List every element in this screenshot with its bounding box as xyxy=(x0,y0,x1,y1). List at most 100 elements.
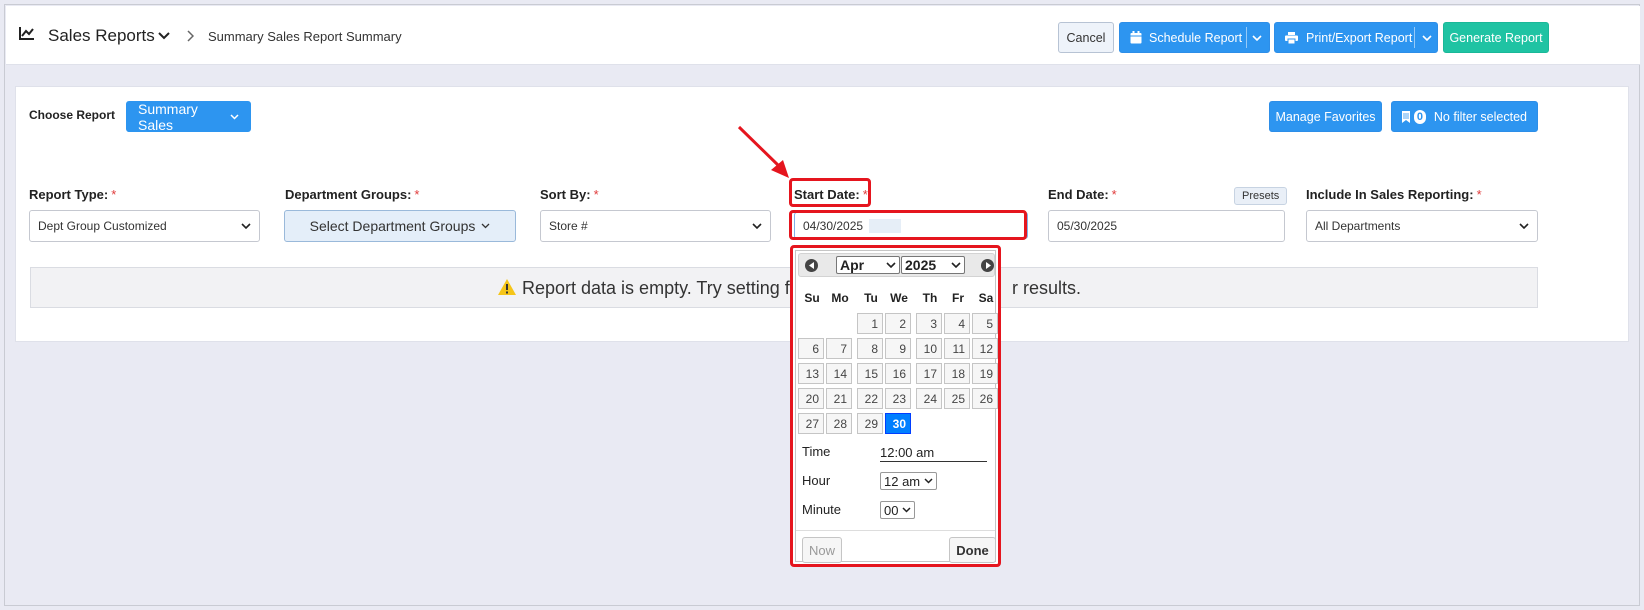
weekday-header: Sa xyxy=(978,291,994,305)
start-date-label-highlight xyxy=(789,178,871,207)
choose-report-dropdown[interactable]: Summary Sales xyxy=(126,100,251,133)
weekday-header: Th xyxy=(922,291,938,305)
report-type-value: Dept Group Customized xyxy=(38,219,167,233)
app-title[interactable]: Sales Reports xyxy=(48,26,155,46)
chevron-down-icon xyxy=(230,113,239,120)
department-groups-label: Department Groups: * xyxy=(285,187,420,202)
calendar-day[interactable]: 5 xyxy=(972,313,998,334)
year-select[interactable]: 2025 xyxy=(901,256,965,274)
calendar-day[interactable]: 13 xyxy=(798,363,824,384)
schedule-report-button[interactable]: Schedule Report xyxy=(1119,22,1270,53)
chevron-down-icon xyxy=(1519,223,1529,229)
sort-by-value: Store # xyxy=(549,219,588,233)
month-value: Apr xyxy=(840,257,865,273)
calendar-day[interactable]: 7 xyxy=(826,338,852,359)
calendar-day[interactable]: 26 xyxy=(972,388,998,409)
calendar-day[interactable]: 25 xyxy=(944,388,970,409)
calendar-day[interactable]: 27 xyxy=(798,413,824,434)
include-sales-label: Include In Sales Reporting: * xyxy=(1306,187,1482,202)
presets-button[interactable]: Presets xyxy=(1234,187,1288,205)
calendar-day[interactable]: 2 xyxy=(885,313,911,334)
chart-line-icon xyxy=(19,26,35,40)
chevron-down-icon xyxy=(886,262,896,268)
month-select[interactable]: Apr xyxy=(836,256,900,274)
year-value: 2025 xyxy=(905,257,937,273)
calendar-day[interactable]: 15 xyxy=(857,363,883,384)
calendar-icon xyxy=(1130,31,1142,44)
calendar-day[interactable]: 11 xyxy=(944,338,970,359)
include-sales-select[interactable]: All Departments xyxy=(1306,210,1538,242)
red-arrow-icon xyxy=(737,125,789,178)
cancel-button[interactable]: Cancel xyxy=(1058,22,1114,53)
calendar-day[interactable]: 18 xyxy=(944,363,970,384)
calendar-day[interactable]: 24 xyxy=(916,388,942,409)
done-button[interactable]: Done xyxy=(949,537,996,563)
now-button[interactable]: Now xyxy=(802,537,842,563)
report-type-label: Report Type: * xyxy=(29,187,117,202)
minute-select[interactable]: 00 xyxy=(880,501,915,519)
calendar-day[interactable]: 22 xyxy=(857,388,883,409)
calendar-day[interactable]: 6 xyxy=(798,338,824,359)
filter-status-label: No filter selected xyxy=(1433,109,1527,124)
warning-icon xyxy=(497,278,517,296)
calendar-day-selected[interactable]: 30 xyxy=(885,413,911,434)
start-date-input-highlight xyxy=(789,210,1027,240)
sort-by-label: Sort By: * xyxy=(540,187,599,202)
generate-report-button[interactable]: Generate Report xyxy=(1443,22,1549,53)
calendar-day[interactable]: 3 xyxy=(916,313,942,334)
weekday-header: Fr xyxy=(952,291,964,305)
chevron-down-icon[interactable] xyxy=(1412,34,1432,41)
end-date-value: 05/30/2025 xyxy=(1057,219,1118,233)
bookmark-icon xyxy=(1402,110,1410,123)
chevron-down-icon xyxy=(951,262,961,268)
calendar-day[interactable]: 1 xyxy=(857,313,883,334)
datepicker-popup: Apr 2025 Su Mo Tu We Th Fr Sa 1 2 3 4 5 6 7 8 9 10 11 12 1… xyxy=(790,245,1001,567)
button-divider xyxy=(1414,27,1415,48)
sort-by-select[interactable]: Store # xyxy=(540,210,771,242)
choose-report-value: Summary Sales xyxy=(138,100,198,133)
chevron-down-icon xyxy=(924,478,933,484)
calendar-day[interactable]: 20 xyxy=(798,388,824,409)
prev-month-icon[interactable] xyxy=(805,259,818,272)
print-export-label: Print/Export Report xyxy=(1306,30,1413,45)
empty-message-text-right: r results. xyxy=(1012,278,1082,298)
hour-label: Hour xyxy=(802,473,831,488)
empty-message-text-left: Report data is empty. Try setting filte xyxy=(522,278,813,298)
chevron-down-icon xyxy=(241,223,251,229)
time-label: Time xyxy=(802,444,831,459)
calendar-day[interactable]: 17 xyxy=(916,363,942,384)
calendar-day[interactable]: 10 xyxy=(916,338,942,359)
report-type-select[interactable]: Dept Group Customized xyxy=(29,210,260,242)
calendar-day[interactable]: 29 xyxy=(857,413,883,434)
calendar-day[interactable]: 21 xyxy=(826,388,852,409)
weekday-header: Su xyxy=(804,291,820,305)
filter-status-button[interactable]: 0 No filter selected xyxy=(1391,101,1538,132)
end-date-input[interactable]: 05/30/2025 xyxy=(1048,210,1285,242)
calendar-day[interactable]: 8 xyxy=(857,338,883,359)
chevron-right-icon xyxy=(187,30,194,42)
department-groups-button[interactable]: Select Department Groups xyxy=(284,210,516,242)
print-export-button[interactable]: Print/Export Report xyxy=(1274,22,1438,53)
manage-favorites-button[interactable]: Manage Favorites xyxy=(1269,101,1382,132)
minute-value: 00 xyxy=(884,502,899,518)
datepicker-body: Apr 2025 Su Mo Tu We Th Fr Sa 1 2 3 4 5 6 7 8 9 10 11 12 1… xyxy=(795,250,998,563)
app-frame: Sales Reports Summary Sales Report Summa… xyxy=(4,4,1640,606)
end-date-label: End Date: * xyxy=(1048,187,1117,202)
time-value: 12:00 am xyxy=(880,445,987,462)
calendar-day[interactable]: 16 xyxy=(885,363,911,384)
calendar-day[interactable]: 9 xyxy=(885,338,911,359)
calendar-day[interactable]: 19 xyxy=(972,363,998,384)
calendar-day[interactable]: 12 xyxy=(972,338,998,359)
chevron-down-icon xyxy=(902,507,911,513)
hour-select[interactable]: 12 am xyxy=(880,472,937,490)
top-header: Sales Reports Summary Sales Report Summa… xyxy=(6,6,1640,65)
calendar-day[interactable]: 4 xyxy=(944,313,970,334)
calendar-day[interactable]: 14 xyxy=(826,363,852,384)
next-month-icon[interactable] xyxy=(981,259,994,272)
calendar-day[interactable]: 23 xyxy=(885,388,911,409)
button-divider xyxy=(1246,27,1247,48)
breadcrumb: Summary Sales Report Summary xyxy=(208,29,402,44)
chevron-down-icon[interactable] xyxy=(158,32,170,40)
department-groups-value: Select Department Groups xyxy=(309,218,476,234)
calendar-day[interactable]: 28 xyxy=(826,413,852,434)
